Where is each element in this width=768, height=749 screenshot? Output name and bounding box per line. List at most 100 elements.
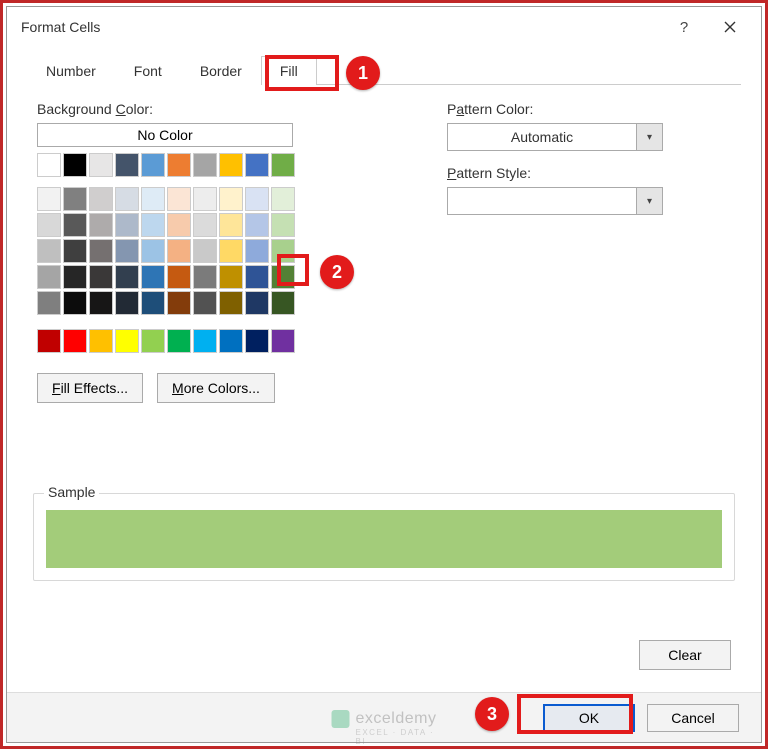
color-swatch[interactable]: [167, 291, 191, 315]
color-swatch[interactable]: [167, 265, 191, 289]
tabs: Number Font Border Fill: [27, 55, 741, 85]
color-swatch[interactable]: [141, 329, 165, 353]
callout-num-2: 2: [320, 255, 354, 289]
color-swatch[interactable]: [141, 187, 165, 211]
dialog-title: Format Cells: [15, 19, 661, 35]
color-swatch[interactable]: [37, 187, 61, 211]
color-swatch[interactable]: [37, 153, 61, 177]
color-swatch[interactable]: [63, 291, 87, 315]
color-swatch[interactable]: [245, 329, 269, 353]
color-swatch[interactable]: [115, 239, 139, 263]
color-swatch[interactable]: [271, 213, 295, 237]
color-swatch[interactable]: [89, 239, 113, 263]
color-swatch[interactable]: [193, 239, 217, 263]
color-swatch[interactable]: [271, 153, 295, 177]
color-swatch[interactable]: [37, 265, 61, 289]
color-swatch[interactable]: [89, 329, 113, 353]
color-swatch[interactable]: [193, 329, 217, 353]
color-swatch[interactable]: [37, 239, 61, 263]
fill-effects-button[interactable]: Fill Effects...: [37, 373, 143, 403]
pattern-color-label: Pattern Color:: [447, 101, 727, 117]
color-swatch[interactable]: [63, 153, 87, 177]
color-swatch[interactable]: [63, 239, 87, 263]
fill-buttons-row: Fill Effects... More Colors...: [37, 373, 417, 403]
color-swatch[interactable]: [271, 329, 295, 353]
clear-button[interactable]: Clear: [639, 640, 731, 670]
color-swatch[interactable]: [167, 213, 191, 237]
color-swatch[interactable]: [245, 213, 269, 237]
pattern-color-value: Automatic: [448, 129, 636, 145]
color-swatch[interactable]: [219, 265, 243, 289]
color-swatch[interactable]: [89, 291, 113, 315]
color-swatch[interactable]: [193, 153, 217, 177]
pattern-section: Pattern Color: Automatic ▾ Pattern Style…: [417, 101, 727, 403]
theme-color-row: [37, 239, 417, 263]
pattern-color-dropdown[interactable]: Automatic ▾: [447, 123, 663, 151]
color-swatch[interactable]: [115, 291, 139, 315]
more-colors-button[interactable]: More Colors...: [157, 373, 275, 403]
help-button[interactable]: ?: [661, 7, 707, 47]
sample-preview: [46, 510, 722, 568]
color-swatch[interactable]: [141, 153, 165, 177]
color-swatch[interactable]: [141, 213, 165, 237]
color-swatch[interactable]: [193, 265, 217, 289]
color-swatch[interactable]: [193, 291, 217, 315]
color-swatch[interactable]: [219, 213, 243, 237]
cancel-button[interactable]: Cancel: [647, 704, 739, 732]
color-swatch[interactable]: [115, 329, 139, 353]
close-icon: [724, 21, 736, 33]
color-swatch[interactable]: [271, 187, 295, 211]
ok-button[interactable]: OK: [543, 704, 635, 732]
color-swatch[interactable]: [63, 265, 87, 289]
tab-number[interactable]: Number: [27, 56, 115, 85]
close-button[interactable]: [707, 7, 753, 47]
color-swatch[interactable]: [167, 239, 191, 263]
color-swatch[interactable]: [271, 239, 295, 263]
color-swatch[interactable]: [89, 265, 113, 289]
no-color-button[interactable]: No Color: [37, 123, 293, 147]
color-swatch[interactable]: [219, 329, 243, 353]
color-swatch[interactable]: [219, 187, 243, 211]
color-swatch[interactable]: [193, 187, 217, 211]
color-swatch[interactable]: [37, 291, 61, 315]
color-swatch[interactable]: [37, 329, 61, 353]
color-swatch[interactable]: [167, 153, 191, 177]
clear-row: Clear: [639, 640, 731, 670]
color-swatch[interactable]: [115, 187, 139, 211]
color-swatch[interactable]: [115, 213, 139, 237]
pattern-style-label: Pattern Style:: [447, 165, 727, 181]
color-swatch[interactable]: [167, 329, 191, 353]
color-swatch[interactable]: [141, 291, 165, 315]
color-swatch[interactable]: [63, 329, 87, 353]
color-swatch[interactable]: [245, 239, 269, 263]
tab-border[interactable]: Border: [181, 56, 261, 85]
color-swatch[interactable]: [141, 265, 165, 289]
color-swatch[interactable]: [271, 265, 295, 289]
color-swatch[interactable]: [245, 291, 269, 315]
titlebar: Format Cells ?: [7, 7, 761, 47]
color-swatch[interactable]: [245, 187, 269, 211]
color-swatch[interactable]: [89, 213, 113, 237]
tab-fill[interactable]: Fill: [261, 56, 317, 85]
color-swatch[interactable]: [245, 153, 269, 177]
color-swatch[interactable]: [141, 239, 165, 263]
color-swatch[interactable]: [37, 213, 61, 237]
fill-panel: Background Color: No Color Fill Effects.…: [7, 85, 761, 403]
color-swatch[interactable]: [63, 187, 87, 211]
color-swatch[interactable]: [89, 153, 113, 177]
color-swatch[interactable]: [63, 213, 87, 237]
color-swatch[interactable]: [167, 187, 191, 211]
pattern-style-dropdown[interactable]: ▾: [447, 187, 663, 215]
theme-color-grid: [37, 187, 417, 315]
chevron-down-icon: ▾: [636, 124, 662, 150]
color-swatch[interactable]: [193, 213, 217, 237]
color-swatch[interactable]: [89, 187, 113, 211]
color-swatch[interactable]: [219, 239, 243, 263]
color-swatch[interactable]: [115, 265, 139, 289]
color-swatch[interactable]: [245, 265, 269, 289]
tab-font[interactable]: Font: [115, 56, 181, 85]
color-swatch[interactable]: [219, 291, 243, 315]
color-swatch[interactable]: [219, 153, 243, 177]
color-swatch[interactable]: [115, 153, 139, 177]
color-swatch[interactable]: [271, 291, 295, 315]
